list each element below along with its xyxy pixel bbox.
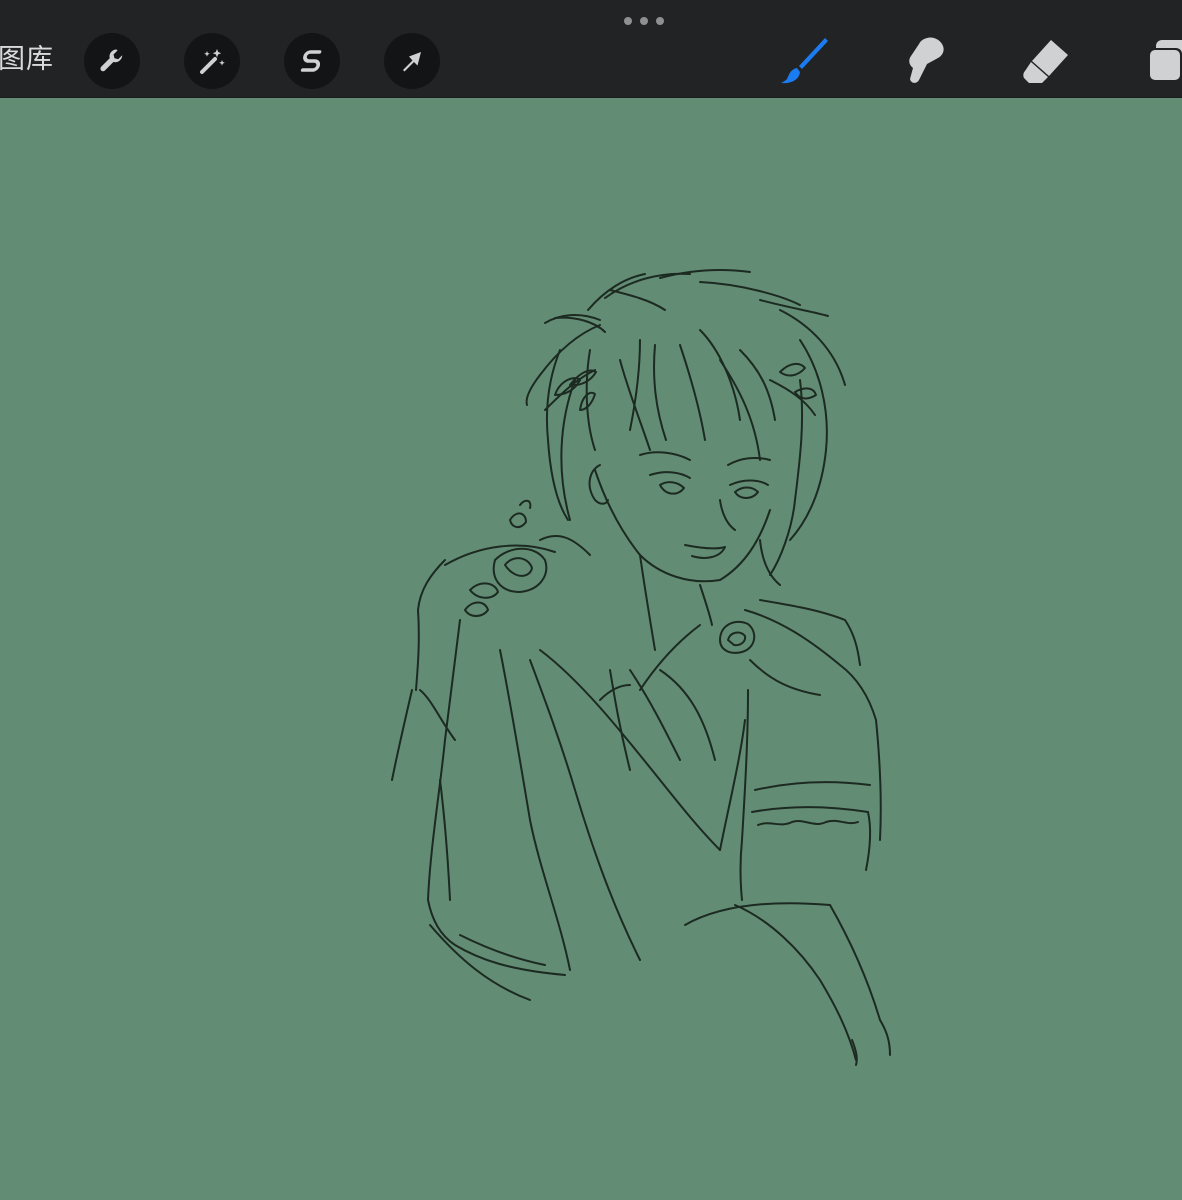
gallery-button[interactable]: 图库 [0, 41, 54, 79]
actions-button[interactable] [84, 33, 140, 89]
wrench-icon [100, 49, 123, 72]
dot [640, 17, 648, 25]
more-options-handle[interactable] [624, 16, 664, 26]
magic-wand-icon [200, 49, 225, 74]
smudge-finger-icon [909, 37, 944, 83]
eraser-button[interactable] [1016, 30, 1076, 90]
layers-button[interactable] [1136, 30, 1182, 90]
eraser-icon [1023, 40, 1068, 83]
drawing-canvas[interactable] [0, 98, 1182, 1200]
selection-button[interactable] [284, 33, 340, 89]
dot [624, 17, 632, 25]
smudge-button[interactable] [895, 30, 955, 90]
layers-icon [1148, 40, 1182, 82]
transform-button[interactable] [384, 33, 440, 89]
top-toolbar: 图库 [0, 0, 1182, 98]
arrow-cursor-icon [403, 52, 421, 72]
brush-icon [781, 38, 828, 84]
selection-s-icon [300, 50, 322, 72]
dot [656, 17, 664, 25]
adjustments-button[interactable] [184, 33, 240, 89]
line-art-sketch [391, 269, 891, 1066]
brush-button[interactable] [775, 30, 835, 90]
